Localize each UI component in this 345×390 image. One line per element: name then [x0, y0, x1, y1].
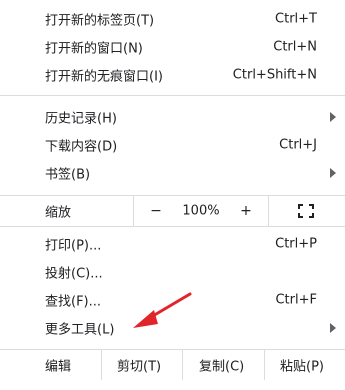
menu-item-print[interactable]: 打印(P)... Ctrl+P	[0, 230, 345, 258]
menu-item-new-window[interactable]: 打开新的窗口(N) Ctrl+N	[0, 33, 345, 61]
shortcut-text: Ctrl+P	[275, 236, 317, 252]
menu-item-history[interactable]: 历史记录(H)	[0, 103, 345, 131]
menu-item-downloads[interactable]: 下载内容(D) Ctrl+J	[0, 131, 345, 159]
menu-item-label: 历史记录(H)	[45, 111, 117, 127]
shortcut-text: Ctrl+F	[275, 292, 317, 308]
paste-button[interactable]: 粘贴(P)	[280, 356, 324, 375]
menu-item-new-tab[interactable]: 打开新的标签页(T) Ctrl+T	[0, 5, 345, 33]
menu-item-find[interactable]: 查找(F)... Ctrl+F	[0, 286, 345, 314]
menu-item-more-tools[interactable]: 更多工具(L)	[0, 314, 345, 342]
menu-item-label: 更多工具(L)	[45, 322, 115, 338]
divider	[101, 350, 102, 380]
divider	[133, 196, 134, 226]
copy-button[interactable]: 复制(C)	[199, 356, 244, 375]
zoom-row: 缩放 − 100% +	[0, 196, 345, 226]
shortcut-text: Ctrl+J	[279, 137, 317, 153]
shortcut-text: Ctrl+N	[273, 39, 317, 55]
divider	[182, 350, 183, 380]
chevron-right-icon	[330, 323, 336, 333]
menu-item-label: 下载内容(D)	[45, 139, 118, 155]
fullscreen-icon[interactable]	[298, 204, 314, 218]
menu-item-label: 打开新的窗口(N)	[45, 41, 143, 57]
menu-item-label: 查找(F)...	[45, 294, 102, 310]
shortcut-text: Ctrl+Shift+N	[232, 67, 317, 83]
menu-item-label: 投射(C)...	[45, 266, 103, 282]
chevron-right-icon	[330, 168, 336, 178]
edit-row: 编辑 剪切(T) 复制(C) 粘贴(P)	[0, 350, 345, 380]
menu-separator	[0, 95, 345, 96]
chevron-right-icon	[330, 112, 336, 122]
menu-item-new-incognito-window[interactable]: 打开新的无痕窗口(I) Ctrl+Shift+N	[0, 61, 345, 89]
menu-item-cast[interactable]: 投射(C)...	[0, 258, 345, 286]
menu-separator	[0, 226, 345, 227]
menu-item-label: 打开新的标签页(T)	[45, 13, 155, 29]
menu-item-label: 打印(P)...	[45, 238, 102, 254]
zoom-out-button[interactable]: −	[144, 203, 168, 219]
edit-label: 编辑	[45, 359, 72, 375]
zoom-level: 100%	[182, 203, 220, 219]
menu-item-label: 打开新的无痕窗口(I)	[45, 69, 163, 85]
zoom-in-button[interactable]: +	[234, 203, 258, 219]
divider	[264, 350, 265, 380]
zoom-label: 缩放	[45, 205, 72, 221]
menu-item-label: 书签(B)	[45, 167, 91, 183]
chrome-app-menu: 打开新的标签页(T) Ctrl+T 打开新的窗口(N) Ctrl+N 打开新的无…	[0, 0, 345, 390]
menu-item-bookmarks[interactable]: 书签(B)	[0, 159, 345, 187]
shortcut-text: Ctrl+T	[275, 11, 317, 27]
divider	[268, 196, 269, 226]
cut-button[interactable]: 剪切(T)	[117, 356, 161, 375]
